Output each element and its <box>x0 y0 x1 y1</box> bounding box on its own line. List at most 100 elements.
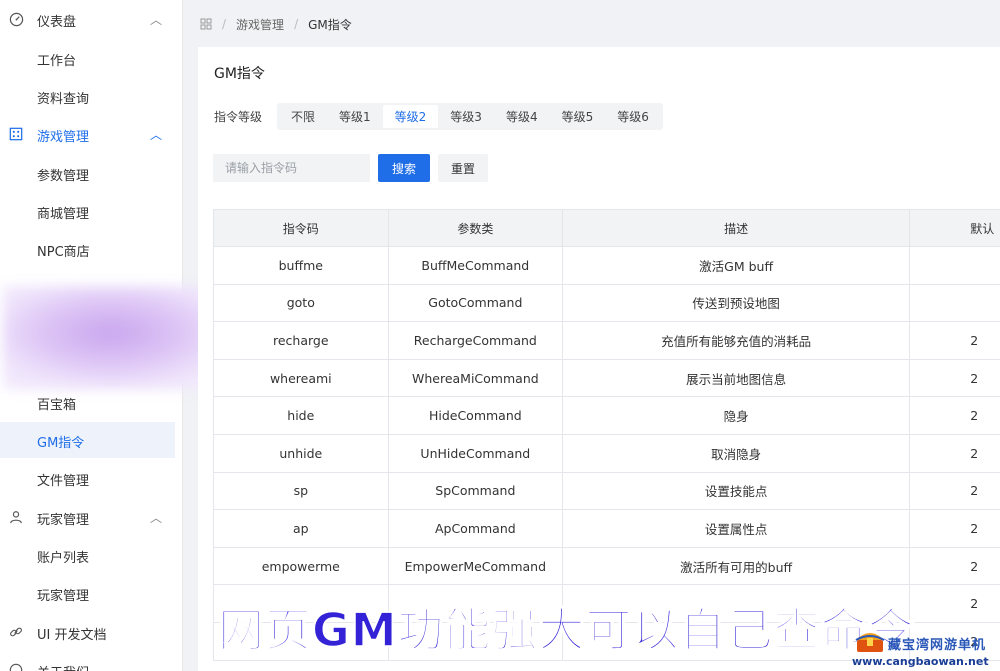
cell-class: HideCommand <box>387 396 564 435</box>
chest-logo-icon <box>854 628 886 654</box>
menu-group-about[interactable]: 关于我们 <box>0 651 183 671</box>
cell-class: SpCommand <box>387 471 564 511</box>
menu-item-label: 百宝箱 <box>37 398 77 413</box>
cell-code: unhide <box>213 433 389 473</box>
chevron-up-icon: ︿ <box>150 511 163 525</box>
table-row[interactable]: unhide UnHideCommand 取消隐身 2 <box>213 433 1000 473</box>
column-header-class: 参数类 <box>387 209 564 247</box>
watermark-url: www.cangbaowan.net <box>852 655 989 668</box>
cell-class: BuffMeCommand <box>387 246 564 285</box>
menu-item-mall[interactable]: 商城管理 <box>0 193 175 229</box>
site-watermark: 藏宝湾网游单机 www.cangbaowan.net <box>848 618 1000 671</box>
cell-code: recharge <box>213 321 389 360</box>
tab-level-1[interactable]: 等级1 <box>327 105 383 128</box>
cell-default: 2 <box>909 546 1000 586</box>
tab-level-4[interactable]: 等级4 <box>494 105 550 128</box>
menu-group-ui-docs[interactable]: UI 开发文档 <box>0 613 183 651</box>
menu-item-npc-shop[interactable]: NPC商店 <box>0 231 175 267</box>
tab-level-6[interactable]: 等级6 <box>605 105 661 128</box>
page-title: GM指令 <box>214 66 265 82</box>
cell-description: 取消隐身 <box>562 433 911 473</box>
menu-item-workbench[interactable]: 工作台 <box>0 40 175 76</box>
tab-level-5[interactable]: 等级5 <box>550 105 606 128</box>
sidebar: 仪表盘 ︿ 工作台 资料查询 游戏管理 ︿ 参数管理 商城管理 NPC商店 百宝… <box>0 0 243 671</box>
menu-group-label: 玩家管理 <box>37 513 90 528</box>
tab-level-2[interactable]: 等级2 <box>382 105 439 128</box>
search-button[interactable]: 搜索 <box>378 154 430 182</box>
breadcrumb: / 游戏管理 / GM指令 <box>200 15 352 33</box>
breadcrumb-item-current: GM指令 <box>308 17 352 32</box>
menu-item-label: GM指令 <box>37 436 85 451</box>
table-row[interactable]: empowerme EmpowerMeCommand 激活所有可用的buff 2 <box>213 546 1000 586</box>
cell-class: ApCommand <box>387 509 564 548</box>
cell-code: ap <box>213 509 389 548</box>
menu-item-accounts[interactable]: 账户列表 <box>0 537 175 573</box>
cell-class: WhereaMiCommand <box>387 358 564 398</box>
table-row[interactable]: hide HideCommand 隐身 2 <box>213 396 1000 435</box>
menu-item-gm-command[interactable]: GM指令 <box>0 422 175 458</box>
gm-command-table: 指令码 参数类 描述 默认 buffme BuffMeCommand 激活GM bu… <box>213 209 1000 661</box>
menu-item-label: 资料查询 <box>37 92 90 107</box>
menu-item-files[interactable]: 文件管理 <box>0 460 175 496</box>
menu-item-label: NPC商店 <box>37 245 90 260</box>
overlay-caption: 网页GM功能强大可以自己查命令 <box>217 602 915 658</box>
table-row[interactable]: buffme BuffMeCommand 激活GM buff <box>213 246 1000 285</box>
table-row[interactable]: sp SpCommand 设置技能点 2 <box>213 471 1000 511</box>
cell-default <box>909 246 1000 285</box>
dashboard-icon <box>8 11 24 27</box>
menu-group-game[interactable]: 游戏管理 ︿ <box>0 115 183 153</box>
menu-item-label: 账户列表 <box>37 551 90 566</box>
level-filter-label: 指令等级 <box>214 110 263 124</box>
cell-default: 2 <box>909 396 1000 435</box>
menu-item-label: 商城管理 <box>37 207 90 222</box>
table-row[interactable]: ap ApCommand 设置属性点 2 <box>213 509 1000 548</box>
breadcrumb-item[interactable]: 游戏管理 <box>236 16 284 33</box>
table-header-row: 指令码 参数类 描述 默认 <box>213 209 1000 247</box>
chevron-up-icon: ︿ <box>150 128 163 142</box>
menu-group-label: UI 开发文档 <box>37 628 107 643</box>
menu-group-dashboard[interactable]: 仪表盘 ︿ <box>0 0 183 38</box>
cell-code: whereami <box>213 358 389 398</box>
table-row[interactable]: recharge RechargeCommand 充值所有能够充值的消耗品 2 <box>213 321 1000 360</box>
home-icon[interactable] <box>200 18 212 30</box>
cell-class: EmpowerMeCommand <box>387 546 564 586</box>
breadcrumb-separator: / <box>222 17 227 31</box>
cell-description: 激活GM buff <box>562 246 911 285</box>
cell-default: 2 <box>909 321 1000 360</box>
menu-item-label: 工作台 <box>37 54 77 69</box>
main-card: GM指令 指令等级 不限 等级1 等级2 等级3 等级4 等级5 等级6 搜索 … <box>198 47 1000 671</box>
menu-item-player-manage[interactable]: 玩家管理 <box>0 575 175 611</box>
cell-description: 激活所有可用的buff <box>562 546 911 586</box>
cell-default: 2 <box>909 433 1000 473</box>
tab-all[interactable]: 不限 <box>279 105 327 128</box>
tab-level-3[interactable]: 等级3 <box>438 105 494 128</box>
column-header-code: 指令码 <box>213 209 389 247</box>
command-code-search-input[interactable] <box>213 154 370 182</box>
cell-description: 隐身 <box>562 396 911 435</box>
game-icon <box>8 126 24 142</box>
info-icon <box>8 662 24 671</box>
cell-default: 2 <box>909 509 1000 548</box>
reset-button[interactable]: 重置 <box>438 154 488 182</box>
level-tabs: 不限 等级1 等级2 等级3 等级4 等级5 等级6 <box>277 103 663 130</box>
user-icon <box>8 509 24 525</box>
table-row[interactable]: whereami WhereaMiCommand 展示当前地图信息 2 <box>213 358 1000 398</box>
menu-item-data-query[interactable]: 资料查询 <box>0 78 175 114</box>
cell-class: UnHideCommand <box>387 433 564 473</box>
menu-group-players[interactable]: 玩家管理 ︿ <box>0 498 183 536</box>
cell-description: 设置技能点 <box>562 471 911 511</box>
cell-code: sp <box>213 471 389 511</box>
cell-description: 传送到预设地图 <box>562 283 911 323</box>
link-icon <box>8 624 24 640</box>
menu-group-label: 关于我们 <box>37 662 89 671</box>
chevron-up-icon: ︿ <box>150 13 163 27</box>
cell-default <box>909 283 1000 323</box>
cell-class: GotoCommand <box>387 283 564 323</box>
cell-default: 2 <box>909 584 1000 623</box>
cell-default: 2 <box>909 358 1000 398</box>
table-row[interactable]: goto GotoCommand 传送到预设地图 <box>213 283 1000 323</box>
cell-description: 设置属性点 <box>562 509 911 548</box>
cell-code: buffme <box>213 246 389 285</box>
column-header-default: 默认 <box>909 209 1000 247</box>
menu-item-params[interactable]: 参数管理 <box>0 155 175 191</box>
